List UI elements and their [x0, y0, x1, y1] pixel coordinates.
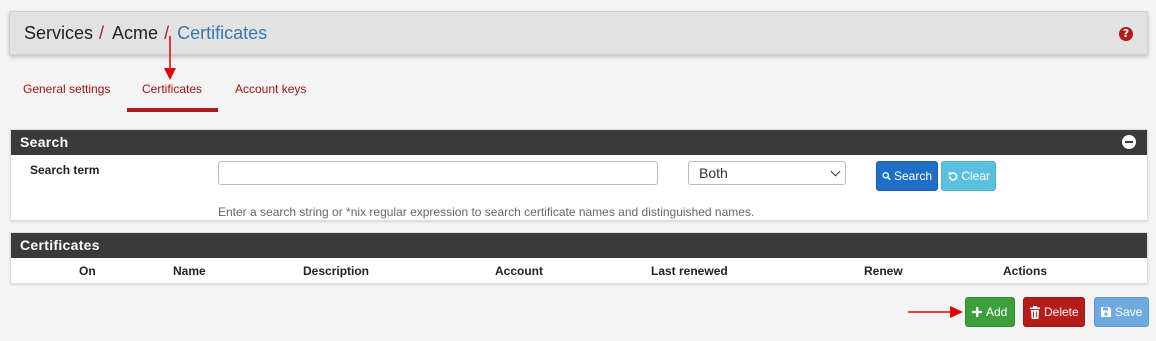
annotation-arrow-right-icon: [908, 306, 963, 318]
clear-button[interactable]: Clear: [941, 161, 996, 191]
collapse-icon[interactable]: [1122, 135, 1136, 149]
active-tab-indicator: [127, 108, 218, 112]
undo-icon: [948, 171, 958, 181]
search-input[interactable]: [218, 161, 658, 185]
breadcrumb-services[interactable]: Services: [24, 23, 93, 44]
column-header-actions[interactable]: Actions: [1003, 264, 1047, 278]
table-header: On Name Description Account Last renewed…: [11, 258, 1147, 284]
delete-button[interactable]: Delete: [1023, 297, 1085, 327]
search-help-text: Enter a search string or *nix regular ex…: [218, 205, 755, 219]
plus-icon: [972, 307, 982, 317]
chevron-down-icon: [830, 166, 841, 177]
breadcrumb-certificates[interactable]: Certificates: [177, 23, 267, 44]
trash-icon: [1030, 305, 1040, 319]
certificates-panel-title: Certificates: [20, 237, 100, 253]
tab-certificates[interactable]: Certificates: [142, 82, 202, 96]
save-button-label: Save: [1115, 305, 1143, 319]
search-panel-header: Search: [11, 130, 1147, 155]
clear-button-label: Clear: [961, 169, 990, 183]
search-scope-select[interactable]: Both: [688, 161, 846, 185]
column-header-account[interactable]: Account: [495, 264, 543, 278]
floppy-disk-icon: [1101, 307, 1111, 317]
breadcrumb: Services / Acme / Certificates ?: [9, 11, 1148, 55]
column-header-on[interactable]: On: [79, 264, 96, 278]
certificates-panel-header: Certificates: [11, 233, 1147, 258]
search-button[interactable]: Search: [876, 161, 938, 191]
add-button-label: Add: [986, 305, 1008, 319]
search-panel: Search Search term Both Search Clear Ent…: [10, 129, 1148, 221]
breadcrumb-separator: /: [164, 22, 170, 43]
question-circle-icon[interactable]: ?: [1119, 27, 1133, 41]
delete-button-label: Delete: [1044, 305, 1079, 319]
search-icon: [882, 171, 891, 181]
certificates-panel: Certificates On Name Description Account…: [10, 232, 1148, 284]
search-term-label: Search term: [30, 163, 100, 177]
breadcrumb-separator: /: [99, 22, 105, 43]
tab-bar: General settings Certificates Account ke…: [0, 70, 600, 114]
tab-general-settings[interactable]: General settings: [23, 82, 110, 96]
column-header-name[interactable]: Name: [173, 264, 206, 278]
column-header-renew[interactable]: Renew: [864, 264, 903, 278]
breadcrumb-acme[interactable]: Acme: [112, 23, 158, 44]
save-button[interactable]: Save: [1094, 297, 1149, 327]
column-header-description[interactable]: Description: [303, 264, 369, 278]
search-panel-title: Search: [20, 134, 69, 150]
tab-account-keys[interactable]: Account keys: [235, 82, 306, 96]
column-header-last-renewed[interactable]: Last renewed: [651, 264, 728, 278]
search-scope-value: Both: [699, 165, 728, 181]
search-button-label: Search: [893, 169, 932, 183]
add-button[interactable]: Add: [965, 297, 1015, 327]
